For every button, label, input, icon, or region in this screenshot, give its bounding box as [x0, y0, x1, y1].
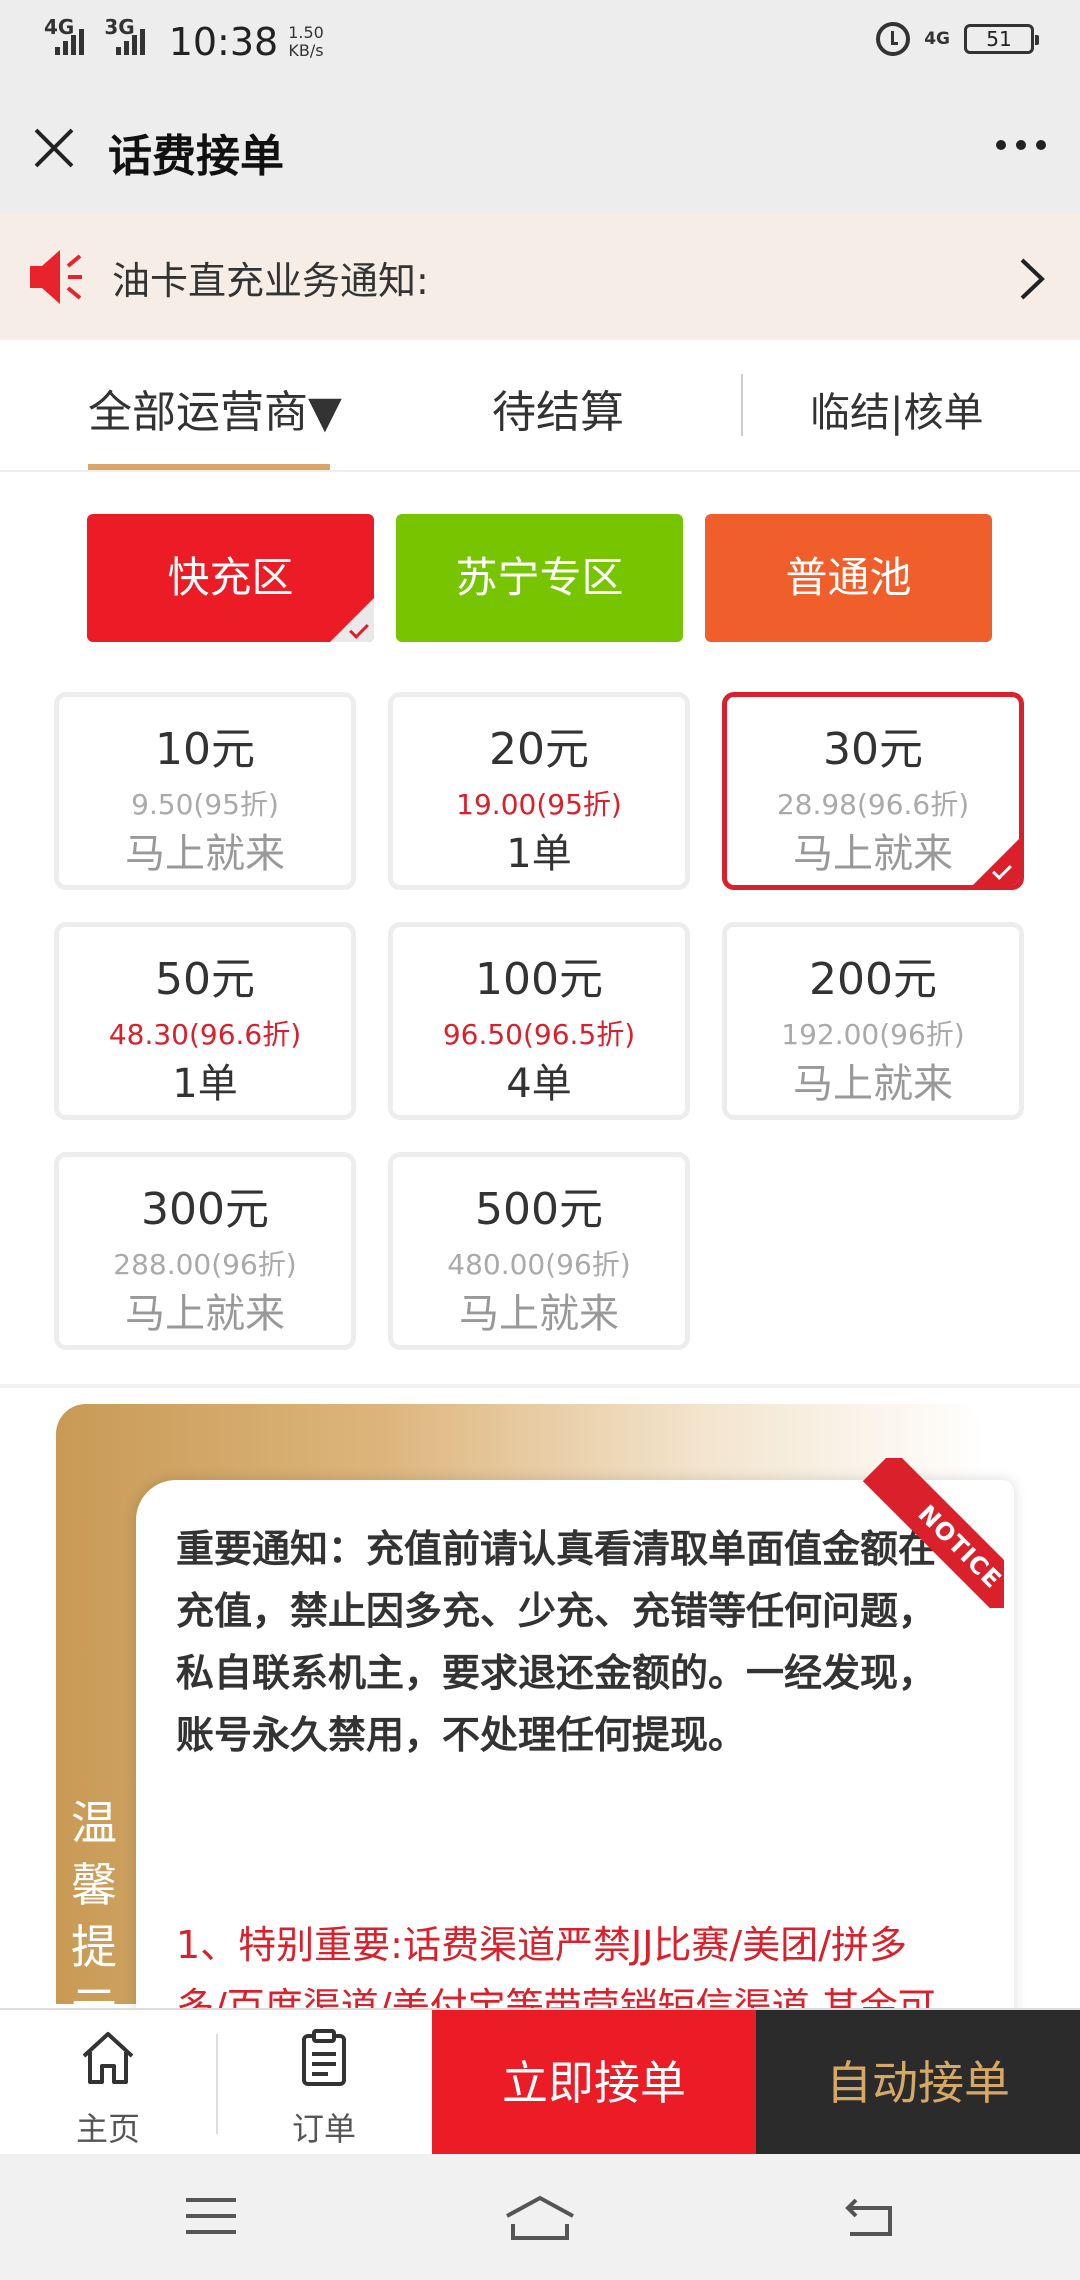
tab-divider — [741, 374, 743, 436]
tab-pending-settlement[interactable]: 待结算 — [492, 376, 624, 440]
network-type-2: 3G — [104, 15, 135, 39]
tab-bar: 全部运营商▼ 待结算 临结|核单 — [0, 340, 1080, 472]
tab-active-indicator — [88, 464, 330, 470]
nav-orders[interactable]: 订单 — [216, 2010, 432, 2156]
zone-suning[interactable]: 苏宁专区 — [396, 514, 683, 642]
notice-bar[interactable]: 油卡直充业务通知: — [0, 214, 1080, 340]
selected-corner — [973, 839, 1019, 885]
title-bar: 话费接单 — [0, 84, 1080, 214]
amount-card-20[interactable]: 20元 19.00(95折) 1单 — [388, 692, 690, 890]
card-status: 马上就来 — [125, 1291, 285, 1337]
card-amount: 500元 — [475, 1184, 603, 1235]
card-price: 19.00(95折) — [456, 788, 622, 821]
amount-card-200[interactable]: 200元 192.00(96折) 马上就来 — [722, 922, 1024, 1120]
signal-4g-indicator: 4G — [44, 17, 85, 55]
card-status: 1单 — [172, 1061, 238, 1107]
clipboard-icon — [302, 2029, 346, 2086]
amount-card-50[interactable]: 50元 48.30(96.6折) 1单 — [54, 922, 356, 1120]
tab-all-operators[interactable]: 全部运营商▼ — [88, 376, 342, 440]
more-icon[interactable] — [996, 140, 1046, 150]
card-amount: 200元 — [809, 954, 937, 1005]
status-bar: 4G 3G 10:38 1.50 KB/s 4G 51 — [0, 0, 1080, 84]
zone-label: 普通池 — [785, 553, 912, 602]
battery-icon: 51 — [964, 24, 1039, 54]
card-status: 1单 — [506, 831, 572, 877]
zone-label: 快充区 — [167, 553, 294, 602]
nav-orders-label: 订单 — [291, 2110, 356, 2148]
battery-level: 51 — [986, 27, 1012, 51]
card-price: 9.50(95折) — [131, 788, 279, 821]
zone-fast-charge[interactable]: 快充区 — [87, 514, 374, 642]
tab-temp-settlement[interactable]: 临结|核单 — [810, 380, 983, 438]
card-amount: 20元 — [489, 724, 589, 775]
nav-home-label: 主页 — [75, 2110, 140, 2148]
zone-normal-pool[interactable]: 普通池 — [705, 514, 992, 642]
speaker-icon — [30, 250, 82, 304]
card-price: 48.30(96.6折) — [108, 1018, 302, 1051]
card-amount: 10元 — [155, 724, 255, 775]
page-title: 话费接单 — [108, 131, 284, 182]
card-price: 480.00(96折) — [447, 1248, 631, 1281]
amount-card-100[interactable]: 100元 96.50(96.5折) 4单 — [388, 922, 690, 1120]
section-divider — [0, 1384, 1080, 1388]
tip-side-label: 温馨提示 — [71, 1796, 117, 2036]
card-price: 288.00(96折) — [113, 1248, 297, 1281]
network-speed: 1.50 KB/s — [288, 24, 324, 60]
signal-3g-indicator: 3G — [104, 17, 145, 55]
card-amount: 100元 — [475, 954, 603, 1005]
card-status: 马上就来 — [793, 1061, 953, 1107]
speed-value: 1.50 — [288, 23, 324, 42]
alarm-clock-icon — [876, 22, 911, 56]
card-status: 4单 — [506, 1061, 572, 1107]
tip-section: 温馨提示 重要通知：充值前请认真看清取单面值金额在充值，禁止因多充、少充、充错等… — [56, 1404, 1016, 2091]
amount-card-10[interactable]: 10元 9.50(95折) 马上就来 — [54, 692, 356, 890]
amount-card-500[interactable]: 500元 480.00(96折) 马上就来 — [388, 1152, 690, 1350]
card-price: 28.98(96.6折) — [776, 788, 970, 821]
card-amount: 300元 — [141, 1184, 269, 1235]
auto-accept-button[interactable]: 自动接单 — [756, 2010, 1080, 2156]
home-icon — [82, 2032, 134, 2084]
accept-order-button[interactable]: 立即接单 — [432, 2010, 756, 2156]
amount-card-30[interactable]: 30元 28.98(96.6折) 马上就来 — [722, 692, 1024, 890]
zone-label: 苏宁专区 — [455, 553, 624, 602]
card-amount: 30元 — [823, 724, 923, 775]
network-type-1: 4G — [44, 15, 75, 39]
system-navigation-bar — [0, 2154, 1080, 2280]
card-amount: 50元 — [155, 954, 255, 1005]
card-status: 马上就来 — [125, 831, 285, 877]
network-type-3: 4G — [924, 29, 950, 49]
close-icon[interactable] — [30, 124, 78, 172]
notice-ribbon: NOTICE — [854, 1458, 1004, 1608]
card-price: 96.50(96.5折) — [442, 1018, 636, 1051]
menu-icon[interactable] — [184, 2194, 238, 2238]
notice-text: 油卡直充业务通知: — [112, 259, 429, 303]
amount-card-300[interactable]: 300元 288.00(96折) 马上就来 — [54, 1152, 356, 1350]
chevron-right-icon[interactable] — [1010, 254, 1050, 304]
tip-body-text: 重要通知：充值前请认真看清取单面值金额在充值，禁止因多充、少充、充错等任何问题，… — [176, 1527, 937, 1757]
notice-ribbon-label: NOTICE — [862, 1458, 1004, 1608]
card-price: 192.00(96折) — [781, 1018, 965, 1051]
card-status: 马上就来 — [459, 1291, 619, 1337]
speed-unit: KB/s — [288, 41, 324, 60]
zone-selector: 快充区 苏宁专区 普通池 — [0, 474, 1080, 658]
clock-time: 10:38 — [168, 20, 279, 64]
back-icon[interactable] — [842, 2194, 896, 2238]
home-nav-icon[interactable] — [503, 2194, 577, 2242]
nav-home[interactable]: 主页 — [0, 2010, 216, 2156]
bottom-tab-bar: 主页 订单 立即接单 自动接单 — [0, 2008, 1080, 2156]
